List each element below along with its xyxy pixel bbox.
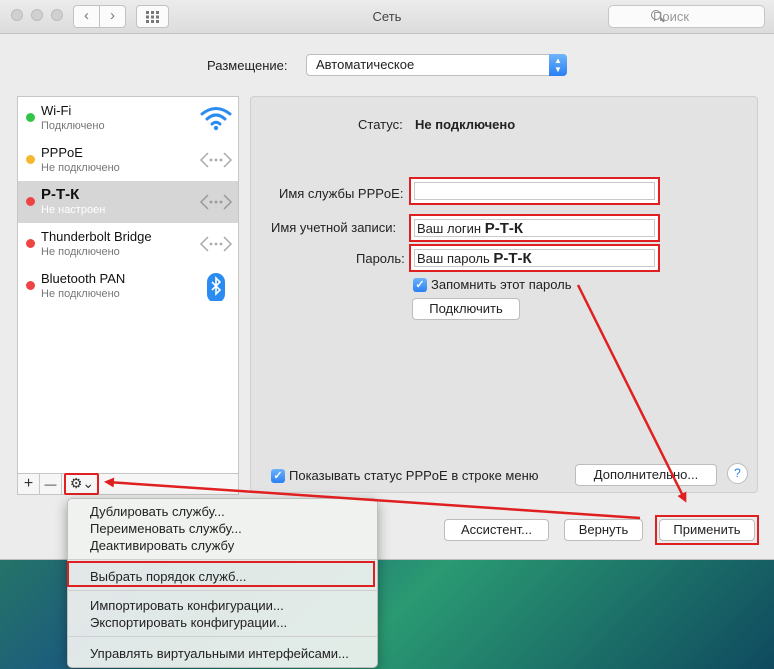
account-field[interactable]: Ваш логин Р-Т-К <box>409 214 660 242</box>
search-input[interactable]: Поиск <box>608 5 765 28</box>
account-value: Ваш логин <box>417 221 485 236</box>
service-status: Не настроен <box>41 204 106 216</box>
service-name-label: Имя службы PPPoE: <box>279 186 404 201</box>
remove-service-button[interactable]: — <box>40 474 62 494</box>
network-preferences-window: ‹ › Сеть Поиск Размещение: Автоматическо… <box>0 0 774 560</box>
account-value-bold: Р-Т-К <box>484 220 524 237</box>
menu-separator <box>68 636 377 637</box>
service-status: Не подключено <box>41 246 120 258</box>
password-label: Пароль: <box>356 251 405 266</box>
location-value: Автоматическое <box>316 57 415 72</box>
wifi-icon <box>200 107 232 131</box>
revert-button[interactable]: Вернуть <box>564 519 643 541</box>
titlebar: ‹ › Сеть Поиск <box>0 0 774 34</box>
service-item-rtk[interactable]: Р-Т-К Не настроен <box>18 181 238 223</box>
account-input[interactable]: Ваш логин Р-Т-К <box>414 219 655 237</box>
password-value-bold: Р-Т-К <box>493 250 532 267</box>
search-icon <box>651 10 661 20</box>
service-name: Wi-Fi <box>41 103 72 118</box>
status-dot <box>26 239 35 248</box>
account-label: Имя учетной записи: <box>271 220 397 235</box>
pppoe-settings-panel: Статус: Не подключено Имя службы PPPoE: … <box>250 96 758 493</box>
updown-arrows-icon: ▲ ▼ <box>549 54 567 76</box>
assistant-button[interactable]: Ассистент... <box>444 519 549 541</box>
connect-button[interactable]: Подключить <box>412 298 520 320</box>
show-status-checkbox[interactable]: ✓ <box>271 469 285 483</box>
service-status: Не подключено <box>41 162 120 174</box>
menu-separator <box>68 590 377 591</box>
service-name: Р-Т-К <box>41 186 80 203</box>
status-dot <box>26 113 35 122</box>
service-item-pppoe[interactable]: PPPoE Не подключено <box>18 139 238 181</box>
bluetooth-icon <box>207 273 225 301</box>
service-name-field[interactable] <box>409 177 660 205</box>
service-item-thunderbolt-bridge[interactable]: Thunderbolt Bridge Не подключено <box>18 223 238 265</box>
status-value: Не подключено <box>415 117 516 132</box>
menu-item-deactivate[interactable]: Деактивировать службу <box>90 538 234 553</box>
status-dot <box>26 155 35 164</box>
network-arrows-icon <box>199 152 233 168</box>
menu-item-duplicate[interactable]: Дублировать службу... <box>90 504 225 519</box>
remember-password-label: Запомнить этот пароль <box>431 277 572 292</box>
service-status: Не подключено <box>41 288 120 300</box>
service-item-bluetooth-pan[interactable]: Bluetooth PAN Не подключено <box>18 265 238 307</box>
gear-highlight-frame <box>64 473 99 495</box>
password-input[interactable]: Ваш пароль Р-Т-К <box>414 249 655 267</box>
remember-password-checkbox[interactable]: ✓ <box>413 278 427 292</box>
location-label: Размещение: <box>207 58 288 73</box>
network-arrows-icon <box>199 194 233 210</box>
service-status: Подключено <box>41 120 105 132</box>
apply-highlight-frame <box>655 515 759 545</box>
menu-item-rename[interactable]: Переименовать службу... <box>90 521 242 536</box>
show-status-label: Показывать статус PPPoE в строке меню <box>289 468 539 483</box>
menu-separator <box>68 559 377 560</box>
password-field[interactable]: Ваш пароль Р-Т-К <box>409 244 660 272</box>
add-service-button[interactable]: + <box>18 474 40 494</box>
password-value: Ваш пароль <box>417 251 494 266</box>
menu-item-import[interactable]: Импортировать конфигурации... <box>90 598 284 613</box>
status-dot <box>26 197 35 206</box>
menu-item-export[interactable]: Экспортировать конфигурации... <box>90 615 287 630</box>
location-select[interactable]: Автоматическое ▲ ▼ <box>306 54 567 76</box>
service-name-input[interactable] <box>414 182 655 200</box>
status-dot <box>26 281 35 290</box>
menu-item-virtual-interfaces[interactable]: Управлять виртуальными интерфейсами... <box>90 646 349 661</box>
service-list: Wi-Fi Подключено PPPoE Не подключено Р-Т… <box>17 96 239 474</box>
service-list-toolbar: + — ⚙⌄ <box>17 473 239 495</box>
help-button[interactable]: ? <box>727 463 748 484</box>
service-item-wifi[interactable]: Wi-Fi Подключено <box>18 97 238 139</box>
service-name: Thunderbolt Bridge <box>41 229 152 244</box>
service-name: Bluetooth PAN <box>41 271 126 286</box>
advanced-button[interactable]: Дополнительно... <box>575 464 717 486</box>
service-order-highlight-frame <box>67 561 375 587</box>
network-arrows-icon <box>199 236 233 252</box>
status-label: Статус: <box>358 117 403 132</box>
service-name: PPPoE <box>41 145 83 160</box>
